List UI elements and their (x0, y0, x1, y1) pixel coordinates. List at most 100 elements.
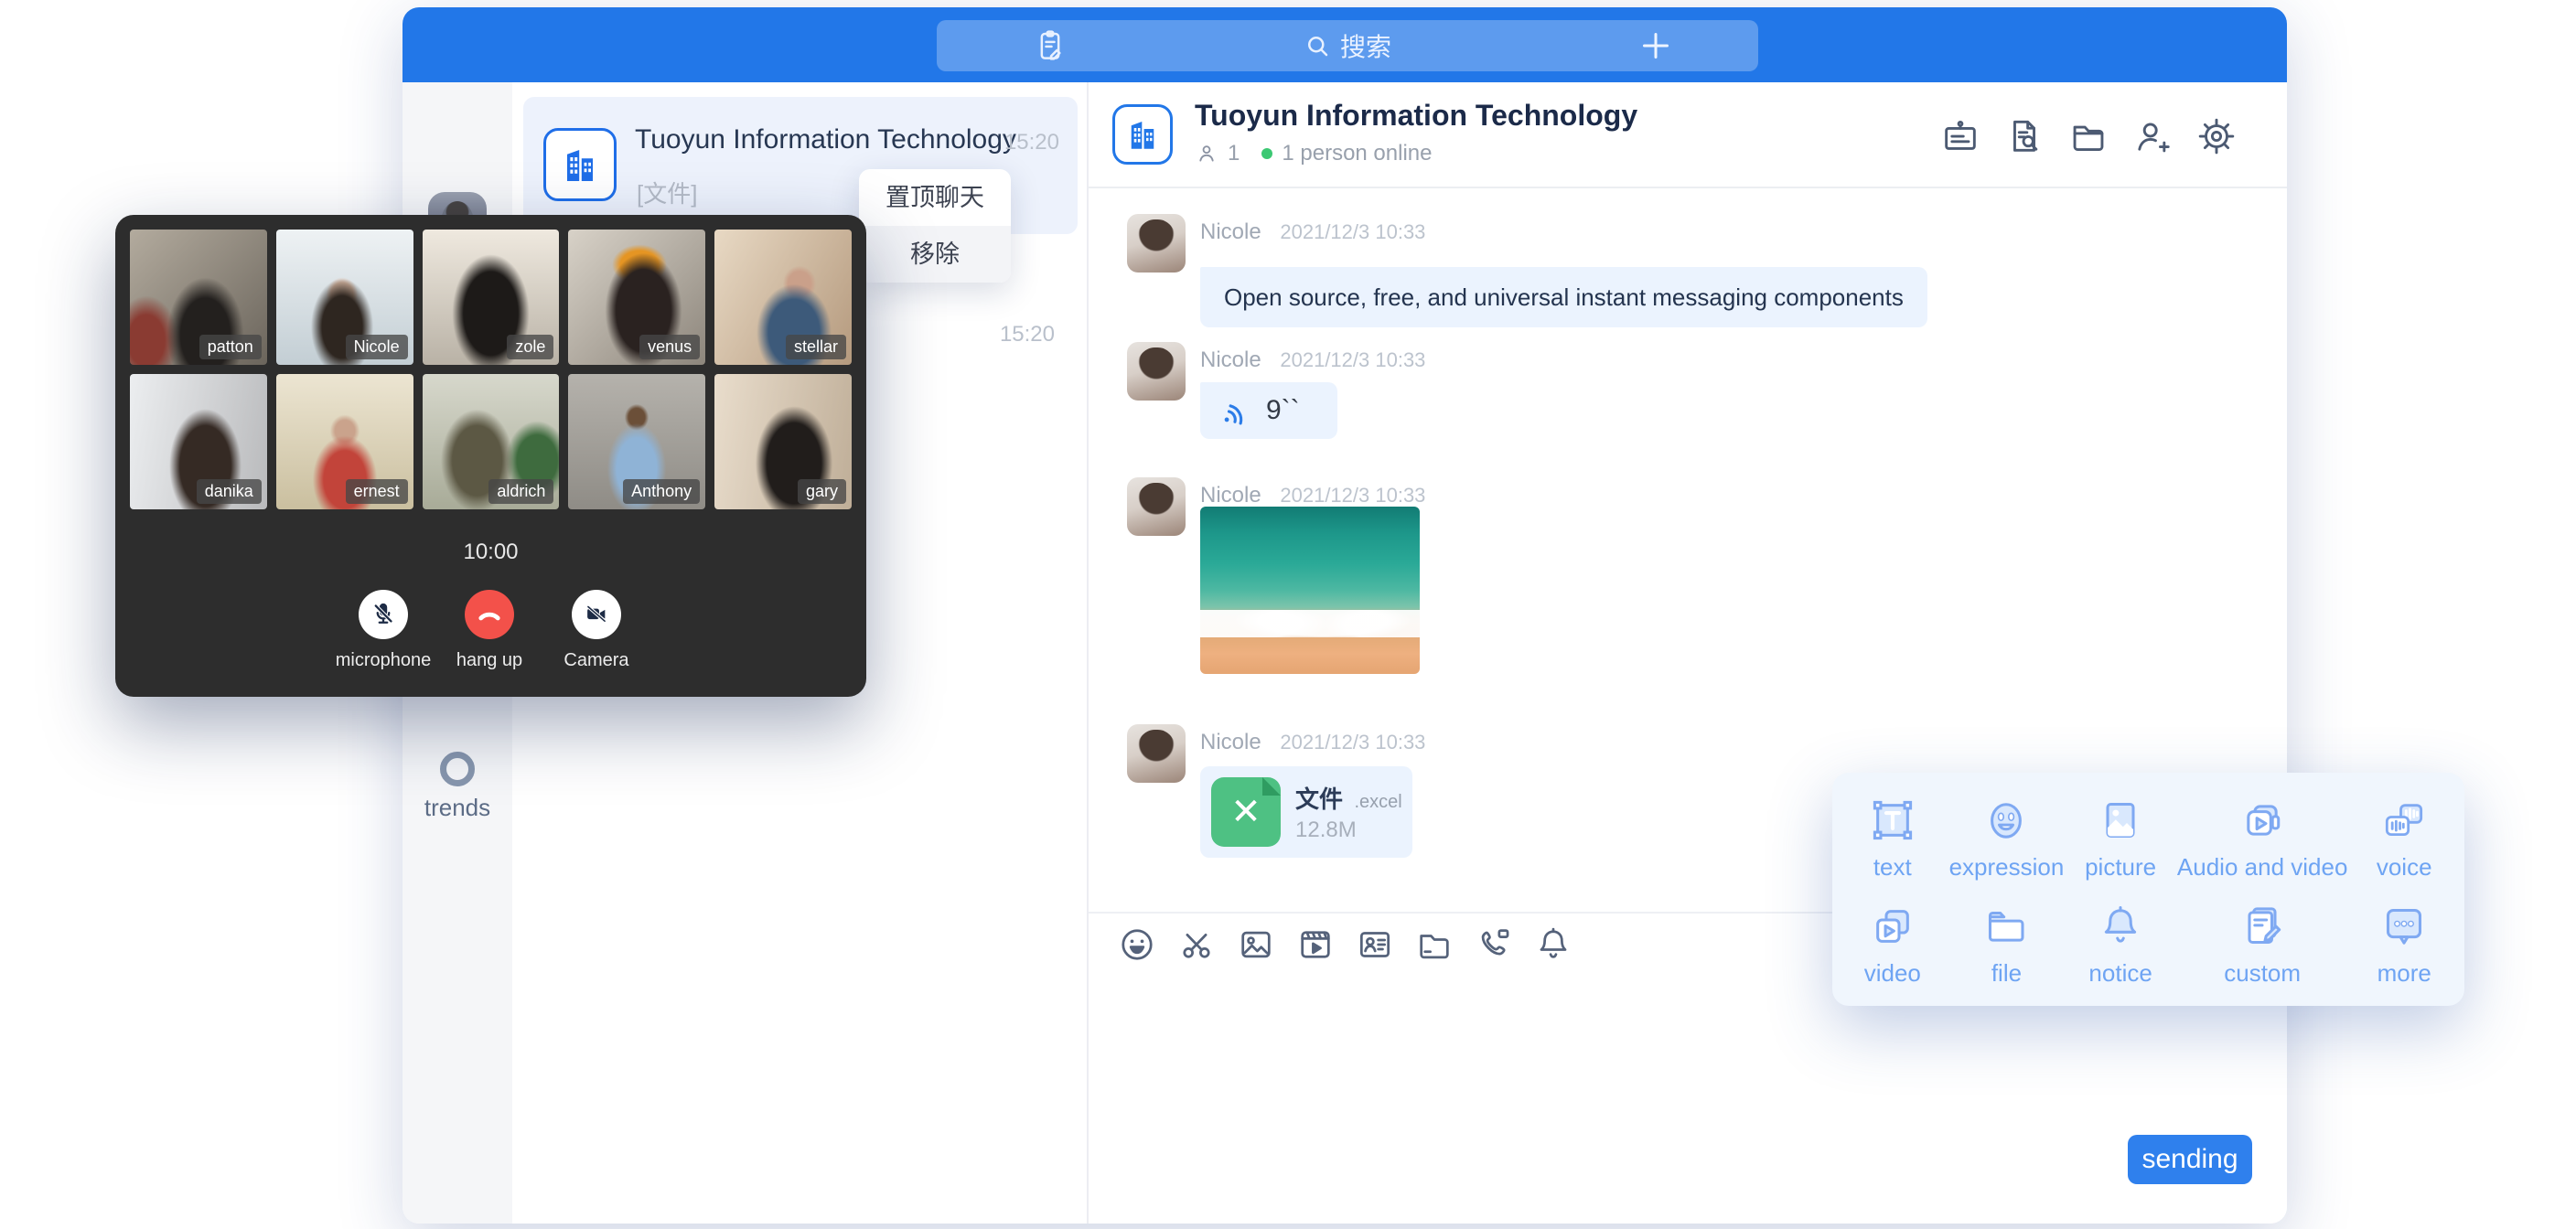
message-time: 2021/12/3 10:33 (1280, 348, 1425, 371)
desktop-background: 搜索 trends (0, 0, 2576, 1229)
expression-icon (1980, 795, 2032, 846)
announcement-icon[interactable] (1939, 115, 1981, 157)
notice-bell-icon (2095, 901, 2146, 952)
app-header: 搜索 (402, 7, 2287, 82)
menu-item-remove[interactable]: 移除 (859, 226, 1011, 283)
avatar[interactable] (1127, 214, 1186, 273)
chat-header: Tuoyun Information Technology 1 1 person… (1089, 82, 2287, 188)
video-call-icon[interactable] (1474, 924, 1514, 965)
organization-icon (1112, 104, 1173, 165)
folder-icon[interactable] (1414, 924, 1454, 965)
sender-name: Nicole (1200, 347, 1261, 372)
participant-tile: danika (130, 374, 267, 509)
video-icon[interactable] (1295, 924, 1336, 965)
participant-name: zole (507, 335, 553, 359)
participant-name: stellar (786, 335, 846, 359)
camera-muted-icon (582, 600, 611, 629)
participant-name: Nicole (346, 335, 408, 359)
popup-item-text[interactable]: text (1836, 785, 1949, 892)
chat-record-search-icon[interactable] (2003, 115, 2045, 157)
online-text: 1 person online (1282, 141, 1432, 166)
conversation-time: 15:20 (1000, 322, 1055, 347)
file-attachment[interactable]: ✕ 文件 .excel 12.8M (1200, 766, 1412, 858)
popup-item-audio-video[interactable]: Audio and video (2177, 785, 2347, 892)
popup-item-video[interactable]: video (1836, 892, 1949, 998)
conversation-title: Tuoyun Information Technology (635, 124, 1016, 155)
voice-duration: 9`` (1266, 395, 1300, 426)
participant-tile: Nicole (276, 230, 413, 365)
file-name: 文件 (1295, 785, 1343, 813)
message-time: 2021/12/3 10:33 (1280, 731, 1425, 753)
participant-tile: zole (423, 230, 560, 365)
participant-tile: venus (568, 230, 705, 365)
image-attachment[interactable] (1200, 507, 1420, 674)
clipboard-edit-icon[interactable] (1032, 27, 1068, 64)
popup-item-expression[interactable]: expression (1949, 785, 2065, 892)
plus-icon[interactable] (1637, 27, 1674, 64)
video-file-icon (1867, 901, 1918, 952)
notification-icon[interactable] (1533, 924, 1573, 965)
participant-name: aldrich (488, 479, 553, 504)
popup-item-more[interactable]: more (2347, 892, 2461, 998)
send-button[interactable]: sending (2128, 1135, 2252, 1184)
call-timer: 10:00 (115, 540, 866, 565)
file-folder-icon (1980, 901, 2032, 952)
members-icon (1195, 142, 1218, 166)
voice-icon (2378, 795, 2430, 846)
popup-item-picture[interactable]: picture (2064, 785, 2177, 892)
popup-item-notice[interactable]: notice (2064, 892, 2177, 998)
chat-subtitle: 1 1 person online (1195, 141, 1432, 166)
participant-tile: Anthony (568, 374, 705, 509)
avatar[interactable] (1127, 477, 1186, 536)
nav-item-trends[interactable]: trends (402, 752, 512, 822)
file-ext: .excel (1354, 792, 1401, 812)
search-placeholder[interactable]: 搜索 (1340, 27, 1391, 64)
conversation-time: 15:20 (1004, 130, 1059, 155)
hang-up-button[interactable] (465, 590, 514, 639)
participant-tile: patton (130, 230, 267, 365)
search-icon (1304, 32, 1331, 59)
control-label: Camera (532, 650, 660, 671)
settings-icon[interactable] (2195, 115, 2238, 157)
search-bar[interactable]: 搜索 (937, 20, 1758, 71)
text-bubble[interactable]: Open source, free, and universal instant… (1200, 267, 1927, 327)
folder-icon[interactable] (2067, 115, 2109, 157)
participant-name: ernest (346, 479, 408, 504)
contact-card-icon[interactable] (1355, 924, 1395, 965)
photo-detail (1200, 610, 1420, 636)
avatar[interactable] (1127, 724, 1186, 783)
custom-message-icon (2237, 901, 2288, 952)
voice-bubble[interactable]: 9`` (1200, 382, 1337, 439)
participant-name: gary (798, 479, 846, 504)
message-time: 2021/12/3 10:33 (1280, 220, 1425, 243)
message-input[interactable] (1089, 976, 2287, 1224)
conversation-context-menu: 置顶聊天 移除 (859, 169, 1011, 283)
participant-name: danika (197, 479, 262, 504)
popup-item-voice[interactable]: voice (2347, 785, 2461, 892)
voice-wave-icon (1220, 395, 1251, 426)
excel-file-icon: ✕ (1211, 777, 1281, 847)
camera-mute-button[interactable] (572, 590, 621, 639)
sender-name: Nicole (1200, 730, 1261, 754)
popup-item-custom[interactable]: custom (2177, 892, 2347, 998)
image-icon[interactable] (1236, 924, 1276, 965)
text-icon (1867, 795, 1918, 846)
participant-tile: aldrich (423, 374, 560, 509)
sender-name: Nicole (1200, 483, 1261, 508)
hang-up-icon (474, 599, 505, 630)
more-icon (2378, 901, 2430, 952)
participant-name: venus (639, 335, 700, 359)
avatar[interactable] (1127, 342, 1186, 401)
picture-icon (2095, 795, 2146, 846)
emoji-icon[interactable] (1117, 924, 1157, 965)
screenshot-icon[interactable] (1176, 924, 1217, 965)
trends-label: trends (402, 794, 512, 822)
conversation-last-message: [文件] (637, 176, 697, 209)
participant-tile: stellar (714, 230, 852, 365)
add-member-icon[interactable] (2131, 115, 2174, 157)
menu-item-pin-chat[interactable]: 置顶聊天 (859, 169, 1011, 226)
audio-video-icon (2237, 795, 2288, 846)
popup-item-file[interactable]: file (1949, 892, 2065, 998)
microphone-mute-button[interactable] (359, 590, 408, 639)
message-type-popup: text expression picture (1832, 773, 2464, 1006)
